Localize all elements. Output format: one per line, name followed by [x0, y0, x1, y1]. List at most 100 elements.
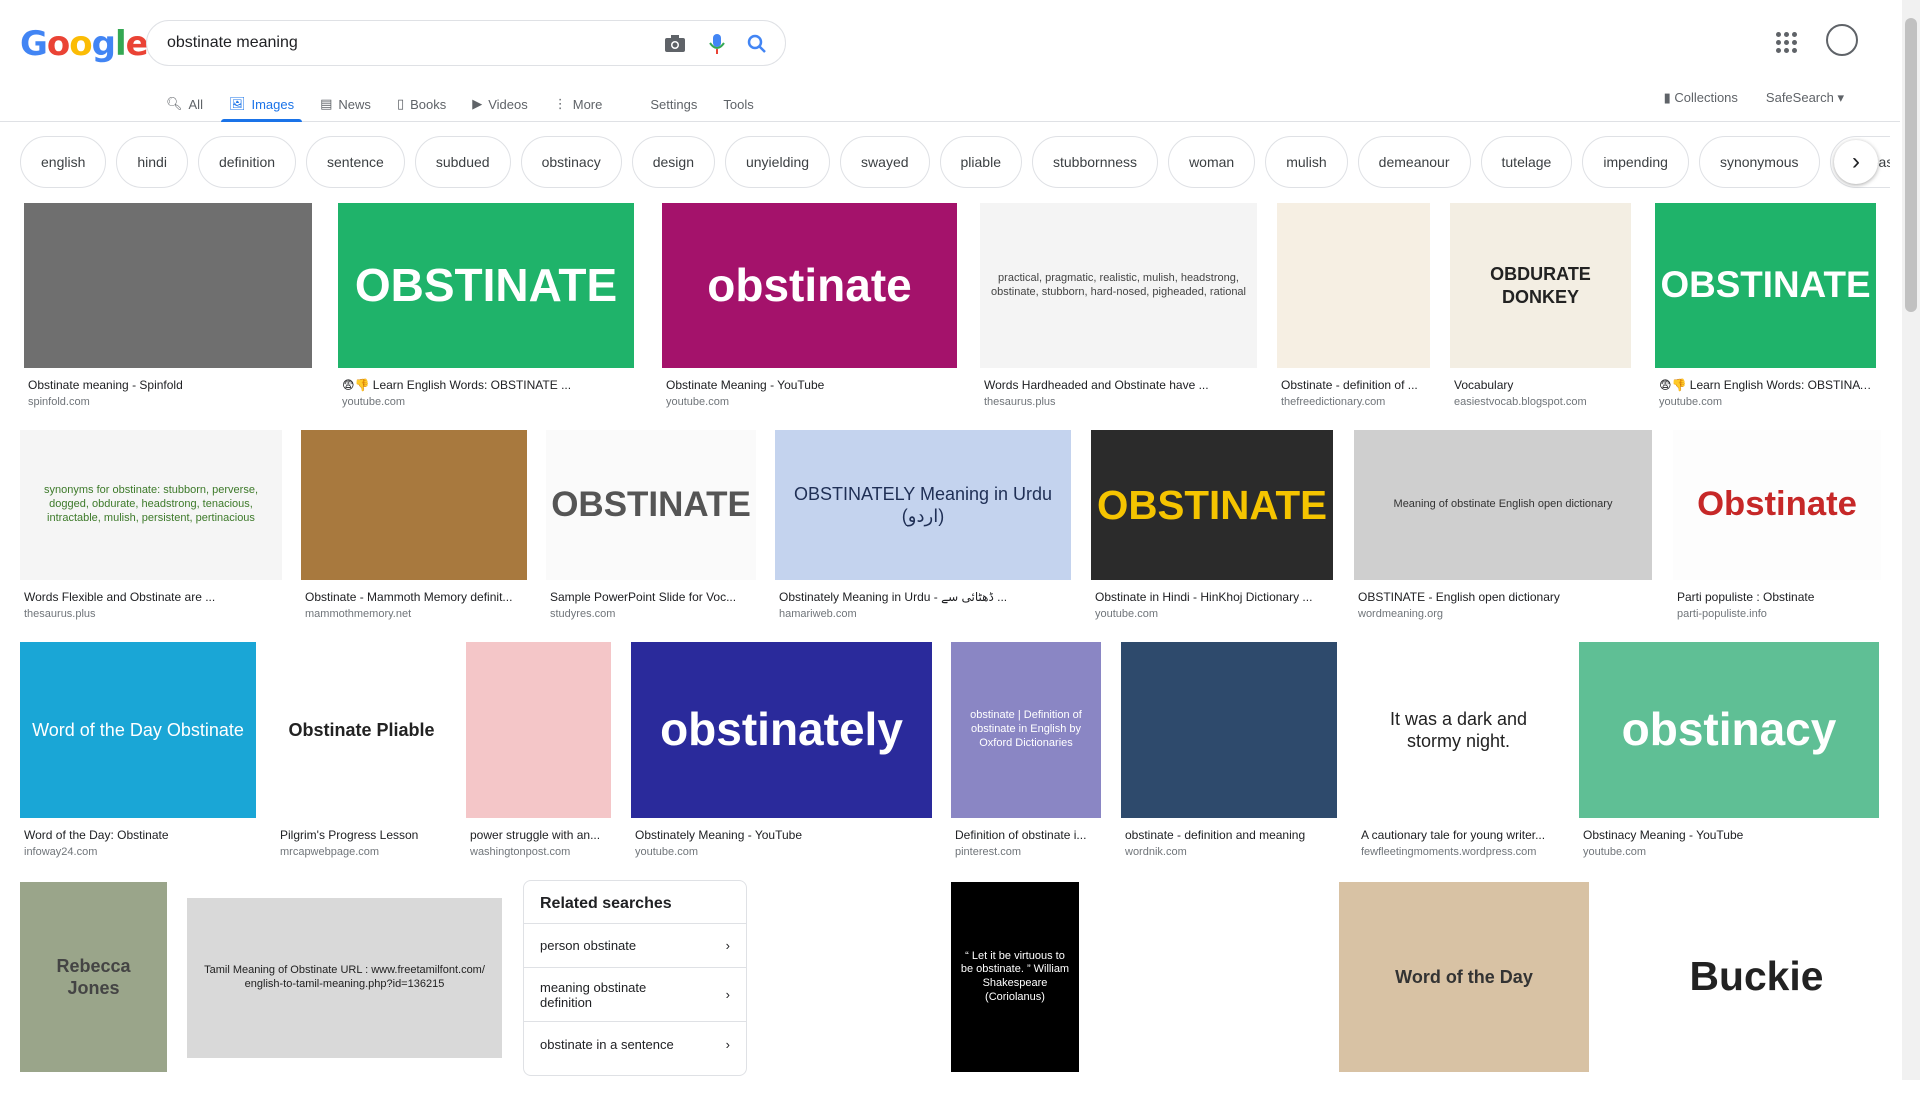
result-title[interactable]: Obstinate - definition of ...	[1281, 378, 1428, 392]
result-thumbnail[interactable]: Word of the Day	[1339, 882, 1589, 1072]
result-source[interactable]: youtube.com	[1095, 608, 1158, 620]
result-title[interactable]: A cautionary tale for young writer...	[1361, 828, 1558, 842]
result-thumbnail[interactable]: practical, pragmatic, realistic, mulish,…	[980, 203, 1257, 368]
result-title[interactable]: Obstinate in Hindi - HinKhoj Dictionary …	[1095, 590, 1331, 604]
scrollbar[interactable]	[1902, 0, 1920, 1080]
image-result[interactable]: OBDURATE DONKEY Vocabulary easiestvocab.bl…	[1450, 203, 1631, 414]
image-result[interactable]: OBSTINATE 😨👎 Learn English Words: OBSTINA…	[338, 203, 634, 414]
result-title[interactable]: Definition of obstinate i...	[955, 828, 1099, 842]
image-result[interactable]: obstinacy Obstinacy Meaning - YouTube yout…	[1579, 642, 1879, 864]
image-result[interactable]: obstinately Obstinately Meaning - YouTube…	[631, 642, 932, 864]
related-search-item[interactable]: meaning obstinate definition ›	[524, 968, 746, 1022]
image-result[interactable]: Obstinate Pliable Pilgrim's Progress Less…	[276, 642, 447, 864]
result-title[interactable]: Obstinate meaning - Spinfold	[28, 378, 310, 392]
result-source[interactable]: wordnik.com	[1125, 846, 1187, 858]
result-thumbnail[interactable]: OBSTINATE	[338, 203, 634, 368]
result-thumbnail[interactable]: OBDURATE DONKEY	[1450, 203, 1631, 368]
result-source[interactable]: thesaurus.plus	[984, 396, 1056, 408]
result-thumbnail[interactable]: Buckie	[1634, 882, 1879, 1072]
image-result[interactable]: OBSTINATE 😨👎 Learn English Words: OBSTINA…	[1655, 203, 1876, 414]
result-source[interactable]: youtube.com	[1659, 396, 1722, 408]
result-source[interactable]: youtube.com	[1583, 846, 1646, 858]
result-source[interactable]: thefreedictionary.com	[1281, 396, 1385, 408]
result-title[interactable]: OBSTINATE - English open dictionary	[1358, 590, 1650, 604]
image-result[interactable]: Buckie	[1634, 882, 1879, 1118]
image-result[interactable]: practical, pragmatic, realistic, mulish,…	[980, 203, 1257, 414]
result-source[interactable]: fewfleetingmoments.wordpress.com	[1361, 846, 1536, 858]
image-result[interactable]: obstinate | Definition of obstinate in E…	[951, 642, 1101, 864]
result-source[interactable]: youtube.com	[666, 396, 729, 408]
result-source[interactable]: thesaurus.plus	[24, 608, 96, 620]
image-result[interactable]: Tamil Meaning of Obstinate URL : www.fre…	[187, 898, 502, 1104]
result-title[interactable]: Sample PowerPoint Slide for Voc...	[550, 590, 754, 604]
result-source[interactable]: youtube.com	[342, 396, 405, 408]
result-thumbnail[interactable]: Obstinate Pliable	[276, 642, 447, 818]
result-title[interactable]: Vocabulary	[1454, 378, 1629, 392]
result-thumbnail[interactable]: “ Let it be virtuous to be obstinate. ” …	[951, 882, 1079, 1072]
result-thumbnail[interactable]	[1121, 642, 1337, 818]
result-title[interactable]: Obstinate Meaning - YouTube	[666, 378, 955, 392]
result-thumbnail[interactable]: It was a dark and stormy night.	[1357, 642, 1560, 818]
image-result[interactable]: synonyms for obstinate: stubborn, perver…	[20, 430, 282, 626]
result-thumbnail[interactable]: obstinate	[662, 203, 957, 368]
result-source[interactable]: easiestvocab.blogspot.com	[1454, 396, 1587, 408]
image-result[interactable]: Obstinate - Mammoth Memory definit... mam…	[301, 430, 527, 626]
result-title[interactable]: Obstinacy Meaning - YouTube	[1583, 828, 1877, 842]
result-title[interactable]: Words Hardheaded and Obstinate have ...	[984, 378, 1255, 392]
result-title[interactable]: Word of the Day: Obstinate	[24, 828, 254, 842]
result-thumbnail[interactable]	[24, 203, 312, 368]
related-search-item[interactable]: person obstinate ›	[524, 924, 746, 968]
result-thumbnail[interactable]: OBSTINATE	[1091, 430, 1333, 580]
result-thumbnail[interactable]	[768, 882, 922, 1072]
result-thumbnail[interactable]: obstinate | Definition of obstinate in E…	[951, 642, 1101, 818]
image-result[interactable]: Meaning of obstinate English open dictio…	[1354, 430, 1652, 626]
result-title[interactable]: Parti populiste : Obstinate	[1677, 590, 1879, 604]
result-thumbnail[interactable]	[466, 642, 611, 818]
image-result[interactable]: OBSTINATE Sample PowerPoint Slide for Voc…	[546, 430, 756, 626]
image-result[interactable]: Word of the Day	[1339, 882, 1589, 1118]
result-source[interactable]: wordmeaning.org	[1358, 608, 1443, 620]
image-result[interactable]: Obstinate Parti populiste : Obstinate part…	[1673, 430, 1881, 626]
result-title[interactable]: power struggle with an...	[470, 828, 609, 842]
image-result[interactable]: It was a dark and stormy night. A caution…	[1357, 642, 1560, 864]
result-thumbnail[interactable]: OBSTINATE	[546, 430, 756, 580]
result-title[interactable]: 😨👎 Learn English Words: OBSTINATE ...	[1659, 378, 1874, 392]
related-search-item[interactable]: obstinate in a sentence ›	[524, 1022, 746, 1066]
result-thumbnail[interactable]	[301, 430, 527, 580]
result-thumbnail[interactable]: Tamil Meaning of Obstinate URL : www.fre…	[187, 898, 502, 1058]
result-title[interactable]: Obstinately Meaning - YouTube	[635, 828, 930, 842]
result-thumbnail[interactable]: Word of the Day Obstinate	[20, 642, 256, 818]
result-thumbnail[interactable]: Rebecca Jones	[20, 882, 167, 1072]
result-source[interactable]: spinfold.com	[28, 396, 90, 408]
image-result[interactable]: Word of the Day Obstinate Word of the Day…	[20, 642, 256, 864]
result-source[interactable]: washingtonpost.com	[470, 846, 570, 858]
image-result[interactable]: “ Let it be virtuous to be obstinate. ” …	[951, 882, 1079, 1118]
result-thumbnail[interactable]	[1277, 203, 1430, 368]
result-source[interactable]: infoway24.com	[24, 846, 97, 858]
result-source[interactable]: mrcapwebpage.com	[280, 846, 379, 858]
result-title[interactable]: obstinate - definition and meaning	[1125, 828, 1335, 842]
result-thumbnail[interactable]: synonyms for obstinate: stubborn, perver…	[20, 430, 282, 580]
image-result[interactable]	[1108, 882, 1318, 1118]
result-title[interactable]: Pilgrim's Progress Lesson	[280, 828, 445, 842]
image-result[interactable]: obstinate - definition and meaning wordni…	[1121, 642, 1337, 864]
result-source[interactable]: parti-populiste.info	[1677, 608, 1767, 620]
result-thumbnail[interactable]: obstinacy	[1579, 642, 1879, 818]
result-source[interactable]: hamariweb.com	[779, 608, 857, 620]
result-thumbnail[interactable]: OBSTINATE	[1655, 203, 1876, 368]
result-thumbnail[interactable]: OBSTINATELY Meaning in Urdu (اردو)	[775, 430, 1071, 580]
image-result[interactable]	[768, 882, 922, 1118]
image-result[interactable]: Obstinate meaning - Spinfold spinfold.com	[24, 203, 312, 414]
result-thumbnail[interactable]	[1108, 882, 1318, 1072]
image-result[interactable]: obstinate Obstinate Meaning - YouTube yout…	[662, 203, 957, 414]
result-thumbnail[interactable]: Meaning of obstinate English open dictio…	[1354, 430, 1652, 580]
result-thumbnail[interactable]: obstinately	[631, 642, 932, 818]
result-title[interactable]: Obstinately Meaning in Urdu - ڈھٹائی سے …	[779, 590, 1069, 604]
image-result[interactable]: Rebecca Jones	[20, 882, 167, 1118]
image-result[interactable]: OBSTINATELY Meaning in Urdu (اردو) Obstin…	[775, 430, 1071, 626]
image-result[interactable]: OBSTINATE Obstinate in Hindi - HinKhoj Di…	[1091, 430, 1333, 626]
scrollbar-thumb[interactable]	[1905, 18, 1917, 312]
result-title[interactable]: Obstinate - Mammoth Memory definit...	[305, 590, 525, 604]
result-thumbnail[interactable]: Obstinate	[1673, 430, 1881, 580]
result-source[interactable]: studyres.com	[550, 608, 615, 620]
